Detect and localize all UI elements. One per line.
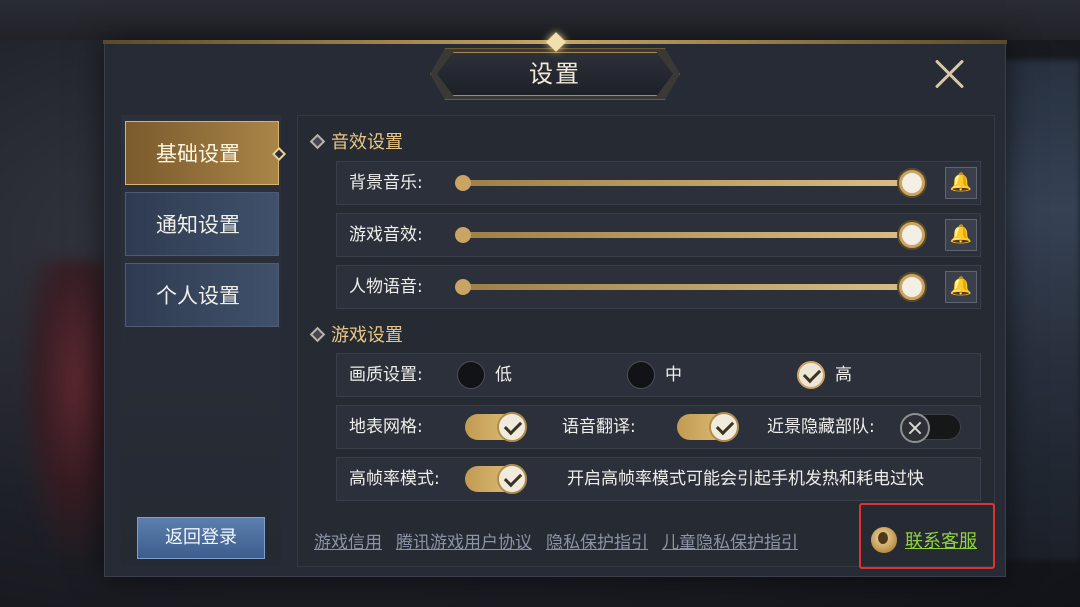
link-child-privacy-guide[interactable]: 儿童隐私保护指引 [662, 533, 798, 553]
background-top-bar [0, 0, 1080, 40]
check-icon [709, 412, 739, 442]
active-diamond-icon [271, 146, 287, 162]
terrain-grid-toggle[interactable] [465, 412, 527, 442]
option-label: 低 [495, 365, 512, 385]
tab-personal-settings[interactable]: 个人设置 [125, 263, 279, 327]
row-label: 语音翻译: [562, 417, 636, 437]
contact-support-button[interactable]: 联系客服 [871, 526, 977, 554]
row-label: 高帧率模式: [349, 469, 440, 489]
sound-section-header: 音效设置 [309, 128, 403, 154]
settings-dialog: 设置 基础设置 通知设置 个人设置 返回登录 音效设置 背景音乐: 🔔 游戏音效 [103, 32, 1007, 577]
hide-near-troops-toggle[interactable] [900, 413, 961, 443]
link-privacy-guide[interactable]: 隐私保护指引 [546, 533, 648, 553]
voice-bell-button[interactable]: 🔔 [945, 271, 977, 303]
sfx-bell-button[interactable]: 🔔 [945, 219, 977, 251]
tab-basic-settings[interactable]: 基础设置 [125, 121, 287, 185]
back-to-login-button[interactable]: 返回登录 [137, 517, 265, 559]
quality-medium-radio[interactable] [627, 361, 655, 389]
contact-support-label: 联系客服 [905, 531, 977, 552]
dialog-title: 设置 [529, 60, 581, 88]
voice-slider-handle[interactable] [899, 274, 925, 300]
bell-icon: 🔔 [949, 172, 973, 193]
section-title: 游戏设置 [331, 325, 403, 346]
slider-start-cap [455, 175, 471, 191]
voice-slider-track[interactable] [463, 284, 911, 290]
voice-translate-toggle[interactable] [677, 412, 739, 442]
high-fps-note: 开启高帧率模式可能会引起手机发热和耗电过快 [567, 469, 924, 489]
slider-start-cap [455, 279, 471, 295]
tab-label: 基础设置 [156, 142, 240, 166]
footer-links: 游戏信用 腾讯游戏用户协议 隐私保护指引 儿童隐私保护指引 [314, 528, 812, 553]
bell-icon: 🔔 [949, 276, 973, 297]
voice-row: 人物语音: 🔔 [336, 265, 981, 309]
option-label: 高 [835, 365, 852, 385]
section-title: 音效设置 [331, 132, 403, 153]
high-fps-toggle[interactable] [465, 464, 527, 494]
bgm-slider-track[interactable] [463, 180, 911, 186]
sfx-slider-handle[interactable] [899, 222, 925, 248]
settings-sidebar: 基础设置 通知设置 个人设置 返回登录 [121, 115, 287, 565]
row-label: 人物语音: [349, 277, 423, 297]
quality-low-radio[interactable] [457, 361, 485, 389]
headset-icon [871, 527, 897, 553]
diamond-icon [309, 326, 326, 343]
diamond-icon [309, 133, 326, 150]
bgm-slider-handle[interactable] [899, 170, 925, 196]
background-side-panel [1000, 60, 1080, 560]
row-label: 背景音乐: [349, 173, 423, 193]
bgm-row: 背景音乐: 🔔 [336, 161, 981, 205]
x-icon [900, 413, 930, 443]
close-button[interactable] [931, 55, 969, 93]
game-section-header: 游戏设置 [309, 321, 403, 347]
row-label: 游戏音效: [349, 225, 423, 245]
bell-icon: 🔔 [949, 224, 973, 245]
link-user-agreement[interactable]: 腾讯游戏用户协议 [396, 533, 532, 553]
settings-content: 音效设置 背景音乐: 🔔 游戏音效: 🔔 人物语音: 🔔 游戏设置 画质设置: … [297, 115, 995, 567]
option-label: 中 [665, 365, 682, 385]
tab-label: 个人设置 [156, 284, 240, 308]
bgm-bell-button[interactable]: 🔔 [945, 167, 977, 199]
link-game-credit[interactable]: 游戏信用 [314, 533, 382, 553]
sfx-row: 游戏音效: 🔔 [336, 213, 981, 257]
high-fps-row: 高帧率模式: 开启高帧率模式可能会引起手机发热和耗电过快 [336, 457, 981, 501]
slider-start-cap [455, 227, 471, 243]
row-label: 画质设置: [349, 365, 423, 385]
tab-notification-settings[interactable]: 通知设置 [125, 192, 279, 256]
check-icon [497, 464, 527, 494]
row-label: 地表网格: [349, 417, 423, 437]
row-label: 近景隐藏部队: [767, 417, 875, 437]
toggles-row: 地表网格: 语音翻译: 近景隐藏部队: [336, 405, 981, 449]
quality-high-radio[interactable] [797, 361, 825, 389]
tab-label: 通知设置 [156, 213, 240, 237]
quality-row: 画质设置: 低 中 高 [336, 353, 981, 397]
check-icon [497, 412, 527, 442]
sfx-slider-track[interactable] [463, 232, 911, 238]
